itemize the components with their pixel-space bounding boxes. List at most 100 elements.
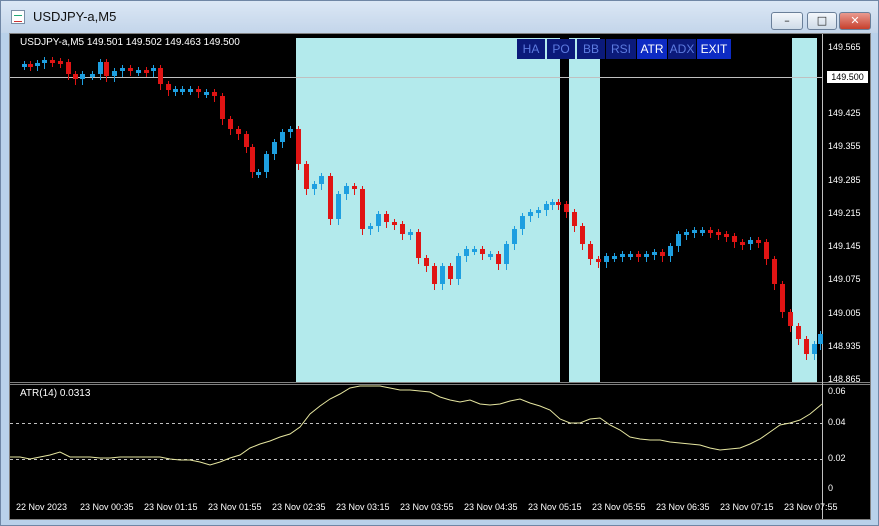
atr-indicator-label: ATR(14) 0.0313 [20,388,91,399]
button-rsi[interactable]: RSI [606,39,636,59]
time-label: 23 Nov 01:15 [144,502,198,512]
candle-body [28,64,33,67]
candle-body [456,256,461,279]
close-button[interactable]: ✕ [839,12,871,30]
candle-body [740,242,745,245]
candle-body [151,68,156,71]
time-label: 23 Nov 05:55 [592,502,646,512]
candle-body [328,176,333,219]
atr-line [10,385,823,466]
time-label: 22 Nov 2023 [16,502,68,512]
button-ha[interactable]: HA [517,39,545,59]
candle-body [236,129,241,134]
candle-body [572,212,577,226]
candle-body [188,89,193,92]
candle-body [424,258,429,266]
candle-body [660,252,665,256]
candle-body [166,84,171,90]
price-label: 149.145 [828,241,861,251]
candle-body [250,147,255,172]
candle-body [368,226,373,229]
candle-body [748,240,753,244]
candle-body [764,242,769,259]
candle-body [204,92,209,95]
minimize-button[interactable]: – [771,12,803,30]
price-label: 149.075 [828,274,861,284]
candle-body [400,224,405,234]
time-label: 23 Nov 02:35 [272,502,326,512]
candle-body [480,249,485,254]
atr-scale-label: 0.02 [828,453,846,463]
candle-body [464,249,469,256]
candle-body [604,256,609,262]
candle-body [804,339,809,354]
time-label: 23 Nov 07:15 [720,502,774,512]
candle-body [376,214,381,226]
maximize-button[interactable]: □ [807,12,837,30]
candle-body [416,232,421,258]
candle-body [550,202,555,205]
candle-body [544,204,549,210]
chart-window: USDJPY-a,M5 – □ ✕ USDJPY-a,M5 149.501 14… [0,0,879,526]
candle-body [684,232,689,235]
candle-body [596,259,601,262]
candle-body [692,230,697,233]
time-label: 23 Nov 03:55 [400,502,454,512]
candle-body [644,254,649,257]
candle-body [22,64,27,67]
candle-body [104,62,109,76]
title-bar[interactable]: USDJPY-a,M5 – □ ✕ [1,1,878,33]
time-label: 23 Nov 07:55 [784,502,838,512]
candle-body [158,68,163,84]
candle-body [80,74,85,79]
candle-body [504,244,509,264]
time-label: 23 Nov 01:55 [208,502,262,512]
zone-1 [296,38,560,382]
candle-body [98,62,103,74]
candle-body [520,216,525,229]
candle-body [796,326,801,339]
candle-body [244,134,249,147]
candle-body [488,254,493,257]
atr-scale-label: 0.04 [828,417,846,427]
candle-body [564,204,569,212]
candle-body [344,186,349,194]
price-label: 149.005 [828,308,861,318]
button-bb[interactable]: BB [577,39,605,59]
candle-body [652,252,657,255]
atr-scale-label: 0 [828,483,834,493]
candle-body [408,232,413,235]
candle-body [628,254,633,257]
candle-body [724,234,729,237]
window-title: USDJPY-a,M5 [33,9,117,24]
candle-body [136,70,141,73]
candle-body [296,129,301,164]
candle-body [588,244,593,259]
button-atr[interactable]: ATR [637,39,667,59]
candle-body [288,129,293,132]
time-label: 23 Nov 05:15 [528,502,582,512]
candle-body [636,254,641,257]
chart-area[interactable]: USDJPY-a,M5 149.501 149.502 149.463 149.… [9,33,871,520]
candle-body [66,62,71,74]
candle-body [384,214,389,222]
chart-canvas[interactable] [10,34,870,519]
candle-body [700,230,705,233]
candle-body [220,96,225,119]
time-label: 23 Nov 03:15 [336,502,390,512]
candle-body [440,266,445,284]
candle-body [120,68,125,71]
candle-body [732,236,737,242]
candle-body [580,226,585,244]
candle-body [496,254,501,264]
atr-scale-label: 0.06 [828,386,846,396]
price-label: 148.935 [828,341,861,351]
chart-window-icon [11,10,25,24]
button-po[interactable]: PO [547,39,575,59]
candle-body [228,119,233,129]
candle-body [144,70,149,73]
price-label: 149.285 [828,175,861,185]
button-exit[interactable]: EXIT [697,39,731,59]
candle-body [280,132,285,142]
button-adx[interactable]: ADX [668,39,696,59]
